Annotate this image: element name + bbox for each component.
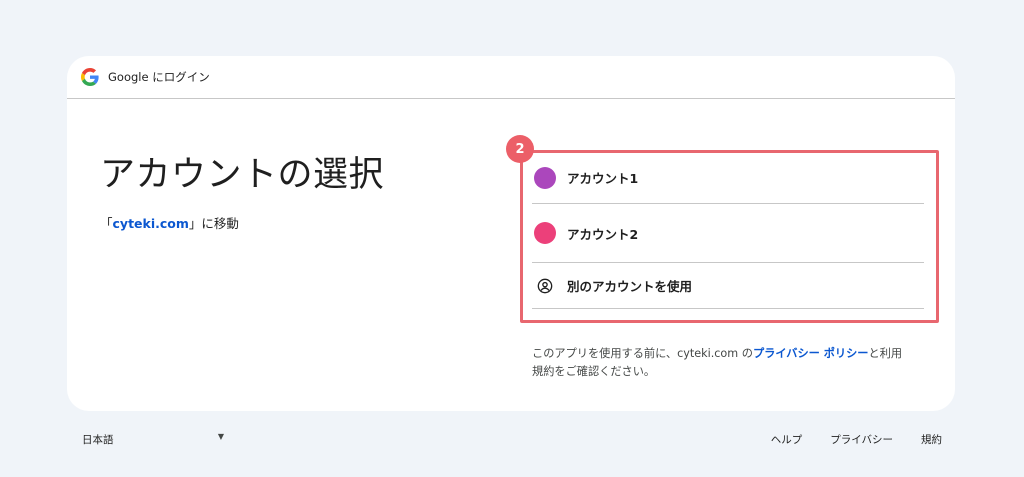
sign-in-card: Google にログイン アカウントの選択 「cyteki.com」に移動 2 … bbox=[67, 56, 955, 411]
account-label: アカウント2 bbox=[567, 226, 639, 242]
account-row-1[interactable]: アカウント1 bbox=[532, 152, 924, 204]
terms-prefix: このアプリを使用する前に、cyteki.com の bbox=[532, 347, 753, 360]
google-g-icon bbox=[81, 68, 99, 86]
terms-suffix: 規約をご確認ください。 bbox=[532, 365, 656, 378]
privacy-policy-link[interactable]: プライバシー ポリシー bbox=[753, 347, 869, 360]
avatar bbox=[534, 222, 556, 244]
account-row-2[interactable]: アカウント2 bbox=[532, 204, 924, 263]
language-label: 日本語 bbox=[82, 434, 114, 446]
use-another-account-button[interactable]: 別のアカウントを使用 bbox=[532, 263, 924, 309]
avatar bbox=[534, 166, 556, 189]
subtitle-prefix: 「 bbox=[100, 216, 113, 231]
destination-text: 「cyteki.com」に移動 bbox=[100, 213, 239, 232]
terms-text: このアプリを使用する前に、cyteki.com のプライバシー ポリシーと利用規… bbox=[532, 345, 937, 381]
use-another-account-label: 別のアカウントを使用 bbox=[567, 279, 693, 294]
terms-middle: と利用 bbox=[868, 347, 903, 360]
account-label: アカウント1 bbox=[567, 171, 639, 186]
page-title: アカウントの選択 bbox=[100, 155, 385, 195]
language-selector[interactable]: 日本語 ▼ bbox=[82, 432, 224, 447]
subtitle-suffix: 」に移動 bbox=[188, 216, 239, 231]
card-header: Google にログイン bbox=[67, 56, 955, 99]
user-circle-icon bbox=[534, 275, 556, 297]
privacy-link[interactable]: プライバシー bbox=[830, 432, 893, 447]
account-list: アカウント1 アカウント2 別のアカウントを使用 bbox=[532, 152, 924, 309]
footer: 日本語 ▼ ヘルプ プライバシー 規約 bbox=[0, 426, 1024, 450]
terms-link[interactable]: 規約 bbox=[921, 432, 942, 447]
help-link[interactable]: ヘルプ bbox=[771, 432, 803, 447]
destination-link[interactable]: cyteki.com bbox=[113, 216, 189, 231]
step-badge: 2 bbox=[506, 135, 534, 163]
footer-links: ヘルプ プライバシー 規約 bbox=[743, 432, 942, 447]
caret-down-icon: ▼ bbox=[217, 432, 224, 441]
header-title: Google にログイン bbox=[108, 70, 210, 84]
